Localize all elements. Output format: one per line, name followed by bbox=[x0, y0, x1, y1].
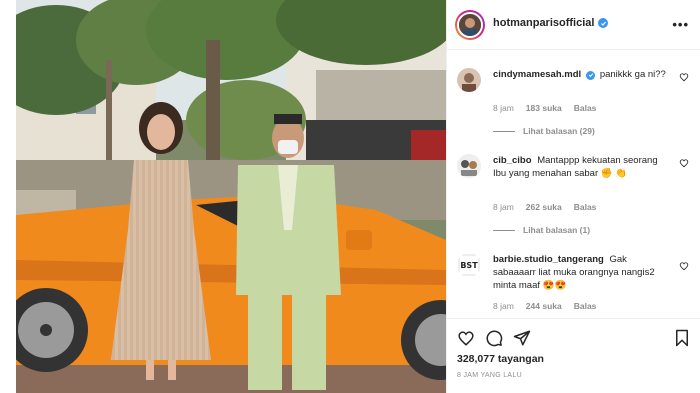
comment-username[interactable]: barbie.studio_tangerang bbox=[493, 254, 604, 265]
comment-meta: 8 jam 183 suka Balas bbox=[493, 103, 596, 113]
commenter-avatar[interactable] bbox=[457, 154, 481, 178]
post-photo[interactable] bbox=[16, 0, 446, 393]
heart-icon[interactable] bbox=[679, 72, 689, 82]
bookmark-icon[interactable] bbox=[673, 329, 691, 347]
comment-username[interactable]: cindymamesah.mdl bbox=[493, 69, 581, 80]
reply-button[interactable]: Balas bbox=[574, 301, 597, 311]
commenter-avatar[interactable]: BST bbox=[457, 253, 481, 277]
post-image bbox=[16, 0, 446, 393]
view-replies-label: Lihat balasan (1) bbox=[523, 225, 591, 235]
author-username[interactable]: hotmanparisofficial bbox=[493, 17, 594, 29]
comment-text: cib_cibo Mantappp kekuatan seorang Ibu y… bbox=[493, 154, 669, 180]
author-avatar[interactable] bbox=[455, 10, 485, 40]
author-name-row[interactable]: hotmanparisofficial bbox=[493, 17, 609, 29]
heart-icon[interactable] bbox=[457, 329, 475, 347]
heart-icon[interactable] bbox=[679, 158, 689, 168]
post-side-panel: hotmanparisofficial ••• cindymamesah.mdl… bbox=[446, 0, 700, 393]
replies-divider bbox=[493, 229, 515, 231]
comment-likes[interactable]: 183 suka bbox=[526, 103, 562, 113]
verified-badge-icon bbox=[598, 18, 609, 28]
verified-badge-icon bbox=[586, 70, 596, 80]
reply-button[interactable]: Balas bbox=[574, 202, 597, 212]
comment-time: 8 jam bbox=[493, 301, 514, 311]
author-avatar-image bbox=[459, 14, 481, 36]
view-replies-button[interactable]: Lihat balasan (29) bbox=[493, 126, 595, 136]
comment-meta: 8 jam 262 suka Balas bbox=[493, 202, 596, 212]
reply-button[interactable]: Balas bbox=[574, 103, 597, 113]
comment-meta: 8 jam 244 suka Balas bbox=[493, 301, 596, 311]
comment-text: barbie.studio_tangerang Gak sabaaaarr li… bbox=[493, 253, 669, 292]
svg-text:BST: BST bbox=[460, 261, 478, 270]
view-replies-button[interactable]: Lihat balasan (1) bbox=[493, 225, 590, 235]
post-header: hotmanparisofficial ••• bbox=[447, 0, 700, 50]
send-icon[interactable] bbox=[513, 329, 531, 347]
comment-icon[interactable] bbox=[485, 329, 503, 347]
action-bar: 328,077 tayangan 8 JAM YANG LALU bbox=[447, 318, 700, 393]
post-timestamp: 8 JAM YANG LALU bbox=[457, 372, 522, 379]
comment-time: 8 jam bbox=[493, 103, 514, 113]
view-count[interactable]: 328,077 tayangan bbox=[457, 353, 544, 365]
comment-body: panikkk ga ni?? bbox=[599, 69, 666, 80]
more-options-icon[interactable]: ••• bbox=[672, 17, 689, 32]
comment-likes[interactable]: 244 suka bbox=[526, 301, 562, 311]
comment-time: 8 jam bbox=[493, 202, 514, 212]
comment-text: cindymamesah.mdl panikkk ga ni?? bbox=[493, 68, 669, 81]
commenter-avatar[interactable] bbox=[457, 68, 481, 92]
view-replies-label: Lihat balasan (29) bbox=[523, 126, 595, 136]
heart-icon[interactable] bbox=[679, 261, 689, 271]
comment-likes[interactable]: 262 suka bbox=[526, 202, 562, 212]
replies-divider bbox=[493, 130, 515, 132]
comment-username[interactable]: cib_cibo bbox=[493, 155, 532, 166]
